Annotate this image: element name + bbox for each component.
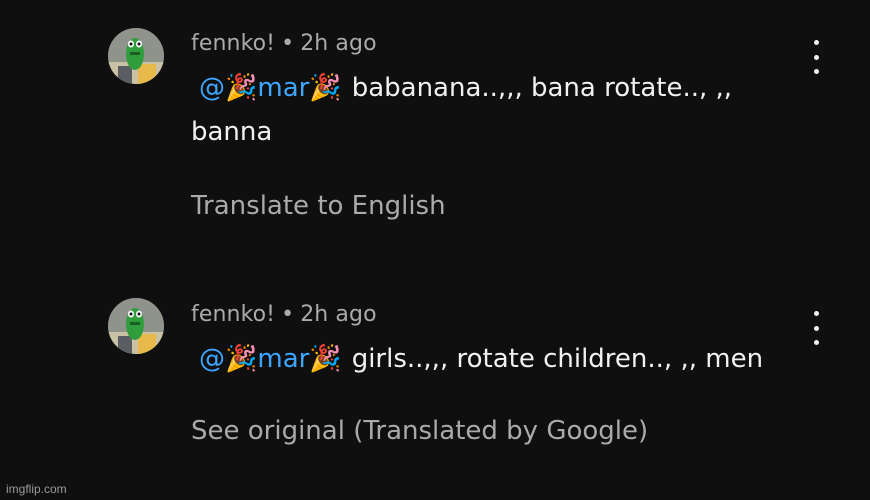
meta-separator: • [281, 302, 295, 327]
comment-meta: fennko! • 2h ago [191, 302, 377, 327]
comment-timestamp[interactable]: 2h ago [300, 31, 376, 56]
comment-timestamp[interactable]: 2h ago [300, 302, 376, 327]
comment-text: girls..,,, rotate children.., ,, men [351, 344, 764, 374]
avatar[interactable] [108, 28, 164, 84]
green-cartoon-avatar-icon [108, 298, 164, 354]
avatar[interactable] [108, 298, 164, 354]
mention-link[interactable]: @🎉mar🎉 [199, 344, 342, 374]
watermark: imgflip.com [6, 482, 67, 496]
comment-body: @🎉mar🎉 babanana..,,, bana rotate.., ,, ba… [191, 66, 811, 154]
more-vert-icon[interactable] [804, 311, 828, 345]
comment-body: @🎉mar🎉 girls..,,, rotate children.., ,, m… [191, 337, 811, 381]
comment-meta: fennko! • 2h ago [191, 31, 377, 56]
comment-author[interactable]: fennko! [191, 302, 275, 327]
see-original-button[interactable]: See original (Translated by Google) [191, 416, 648, 446]
translate-button[interactable]: Translate to English [191, 191, 446, 221]
mention-link[interactable]: @🎉mar🎉 [199, 73, 342, 103]
green-cartoon-avatar-icon [108, 28, 164, 84]
comment-author[interactable]: fennko! [191, 31, 275, 56]
meta-separator: • [281, 31, 295, 56]
more-vert-icon[interactable] [804, 40, 828, 74]
